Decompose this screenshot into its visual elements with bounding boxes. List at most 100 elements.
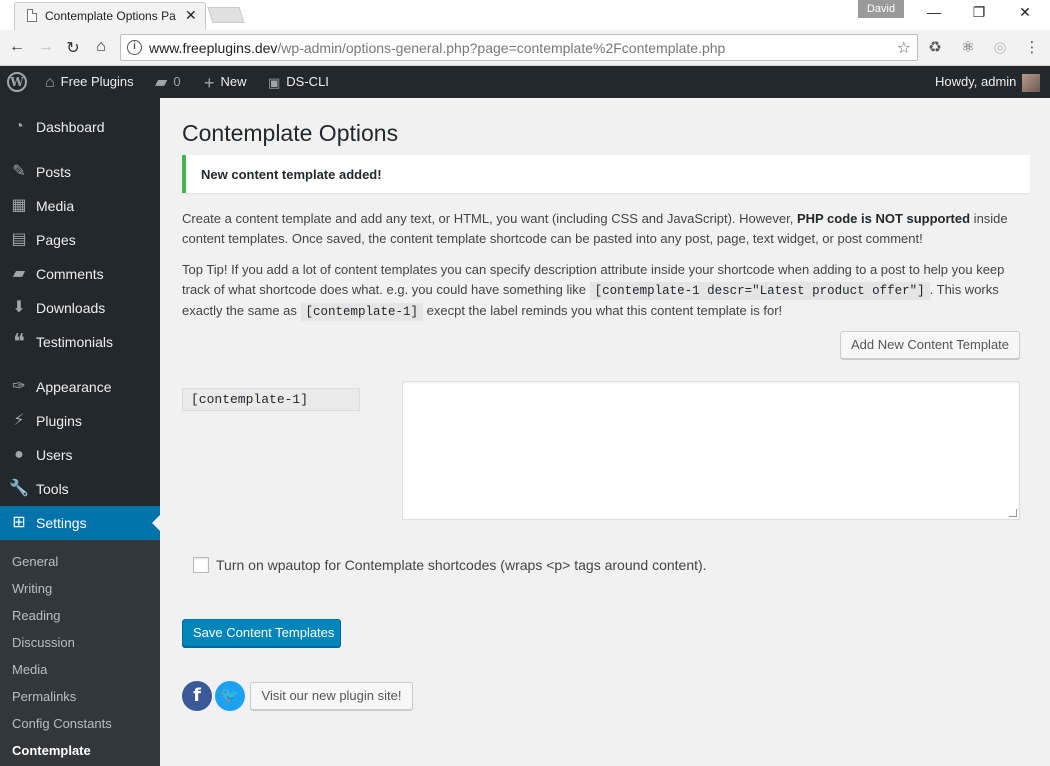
dashboard-icon: ◔ bbox=[14, 118, 24, 135]
notice-text: New content template added! bbox=[201, 167, 382, 182]
menu-item-users[interactable]: ● Users bbox=[0, 438, 160, 472]
menu-item-pages[interactable]: ▤ Pages bbox=[0, 223, 160, 257]
ds-cli-label: DS-CLI bbox=[286, 74, 329, 89]
howdy-label: Howdy, admin bbox=[935, 74, 1017, 89]
wpautop-checkbox[interactable] bbox=[193, 557, 209, 573]
my-account-link[interactable]: Howdy, admin bbox=[935, 66, 1041, 98]
site-name-label: Free Plugins bbox=[60, 74, 134, 89]
twitter-icon[interactable]: 🐦 bbox=[215, 681, 245, 711]
wrench-icon: 🔧 bbox=[9, 480, 29, 497]
menu-item-plugins[interactable]: ⚡ Plugins bbox=[0, 404, 160, 438]
pages-icon: ▤ bbox=[11, 231, 27, 248]
url-host: www.freeplugins.dev bbox=[149, 40, 278, 56]
success-notice: New content template added! bbox=[182, 155, 1030, 193]
menu-label: Comments bbox=[36, 266, 104, 282]
quote-icon: ❝ bbox=[13, 329, 25, 354]
bookmark-star-icon[interactable]: ☆ bbox=[897, 38, 911, 58]
menu-label: Appearance bbox=[36, 379, 112, 395]
new-tab-button[interactable] bbox=[207, 7, 245, 23]
menu-label: Dashboard bbox=[36, 119, 105, 135]
url-text[interactable]: www.freeplugins.dev/wp-admin/options-gen… bbox=[149, 40, 725, 56]
browser-tab[interactable]: Contemplate Options Pa ✕ bbox=[14, 2, 206, 30]
tip-code-shortcode: [contemplate-1] bbox=[300, 303, 424, 321]
wp-admin-bar: W ⌂ Free Plugins ▰ 0 + New ▣ DS-CLI Howdy, a… bbox=[0, 66, 1050, 98]
menu-label: Pages bbox=[36, 232, 76, 248]
tip-text-end: execpt the label reminds you what this c… bbox=[423, 303, 783, 318]
home-icon[interactable]: ⌂ bbox=[90, 38, 112, 56]
avatar bbox=[1022, 73, 1041, 92]
plus-icon: + bbox=[204, 72, 215, 93]
comment-icon: ▰ bbox=[155, 73, 168, 91]
submenu-reading[interactable]: Reading bbox=[12, 608, 60, 623]
submenu-discussion[interactable]: Discussion bbox=[12, 635, 75, 650]
browser-tabbar: Contemplate Options Pa ✕ David — ❐ ✕ bbox=[0, 0, 1050, 30]
comments-link[interactable]: ▰ 0 bbox=[155, 66, 181, 98]
menu-item-downloads[interactable]: ⬇ Downloads bbox=[0, 291, 160, 325]
submenu-media[interactable]: Media bbox=[12, 662, 47, 677]
download-icon: ⬇ bbox=[12, 299, 26, 316]
menu-item-media[interactable]: ▦ Media bbox=[0, 189, 160, 223]
browser-menu-icon[interactable]: ⋮ bbox=[1022, 38, 1042, 56]
tab-title: Contemplate Options Pa bbox=[45, 9, 176, 23]
shortcode-field[interactable]: [contemplate-1] bbox=[182, 388, 360, 411]
minimize-icon[interactable]: — bbox=[924, 4, 944, 20]
close-window-icon[interactable]: ✕ bbox=[1015, 4, 1035, 21]
reload-icon[interactable]: ↻ bbox=[62, 38, 84, 58]
user-icon: ● bbox=[14, 446, 24, 463]
submenu-permalinks[interactable]: Permalinks bbox=[12, 689, 76, 704]
submenu-config-constants[interactable]: Config Constants bbox=[12, 716, 112, 731]
profile-badge[interactable]: David bbox=[858, 0, 904, 18]
menu-label: Downloads bbox=[36, 300, 106, 316]
tip-paragraph: Top Tip! If you add a lot of content tem… bbox=[182, 260, 1030, 323]
menu-item-testimonials[interactable]: ❝ Testimonials bbox=[0, 325, 160, 359]
new-label: New bbox=[220, 74, 247, 89]
menu-label: Plugins bbox=[36, 413, 82, 429]
settings-submenu: General Writing Reading Discussion Media… bbox=[0, 540, 160, 766]
forward-icon[interactable]: → bbox=[35, 38, 57, 56]
page-title: Contemplate Options bbox=[182, 120, 399, 146]
submenu-contemplate[interactable]: Contemplate bbox=[12, 743, 91, 758]
intro-text: Create a content template and add any te… bbox=[182, 211, 797, 226]
plug-icon: ⚡ bbox=[13, 412, 25, 429]
submenu-general[interactable]: General bbox=[12, 554, 58, 569]
menu-item-posts[interactable]: ✎ Posts bbox=[0, 155, 160, 189]
url-path: /wp-admin/options-general.php?page=conte… bbox=[277, 40, 726, 56]
admin-menu: ◔ Dashboard ✎ Posts ▦ Media ▤ Pages ▰ Comment… bbox=[0, 98, 160, 766]
resize-grip-icon[interactable] bbox=[1009, 509, 1017, 517]
menu-label: Users bbox=[36, 447, 73, 463]
menu-item-appearance[interactable]: ✑ Appearance bbox=[0, 370, 160, 404]
comments-count: 0 bbox=[173, 74, 181, 89]
back-icon[interactable]: ← bbox=[6, 38, 28, 56]
browser-toolbar: ← → ↻ ⌂ i www.freeplugins.dev/wp-admin/o… bbox=[0, 30, 1050, 66]
visit-plugin-site-button[interactable]: Visit our new plugin site! bbox=[250, 682, 413, 710]
react-extension-icon[interactable]: ⚛ bbox=[958, 38, 978, 56]
save-templates-button[interactable]: Save Content Templates bbox=[182, 619, 341, 647]
menu-item-tools[interactable]: 🔧 Tools bbox=[0, 472, 160, 506]
settings-icon: ⊞ bbox=[12, 514, 26, 531]
menu-item-settings[interactable]: ⊞ Settings bbox=[0, 506, 160, 540]
menu-label: Settings bbox=[36, 515, 87, 531]
intro-paragraph: Create a content template and add any te… bbox=[182, 209, 1030, 248]
restore-icon[interactable]: ❐ bbox=[969, 4, 989, 21]
facebook-icon[interactable]: f bbox=[182, 681, 212, 711]
wordpress-logo-icon[interactable]: W bbox=[7, 72, 27, 92]
recycle-extension-icon[interactable]: ♻ bbox=[925, 38, 945, 56]
info-icon[interactable]: i bbox=[127, 40, 142, 55]
document-icon bbox=[27, 9, 37, 22]
close-tab-icon[interactable]: ✕ bbox=[185, 7, 197, 24]
new-content-link[interactable]: + New bbox=[204, 66, 247, 98]
address-bar[interactable]: i www.freeplugins.dev/wp-admin/options-g… bbox=[120, 34, 918, 61]
comment-icon: ▰ bbox=[12, 265, 26, 282]
template-content-textarea[interactable] bbox=[402, 381, 1020, 520]
menu-item-comments[interactable]: ▰ Comments bbox=[0, 257, 160, 291]
ds-cli-link[interactable]: ▣ DS-CLI bbox=[268, 66, 329, 98]
extension-icon[interactable]: ◎ bbox=[990, 38, 1010, 56]
brush-icon: ✑ bbox=[12, 378, 26, 395]
wpautop-label[interactable]: Turn on wpautop for Contemplate shortcod… bbox=[216, 557, 707, 573]
add-new-template-button[interactable]: Add New Content Template bbox=[840, 331, 1020, 359]
pin-icon: ✎ bbox=[12, 163, 26, 180]
home-icon: ⌂ bbox=[45, 73, 55, 91]
submenu-writing[interactable]: Writing bbox=[12, 581, 52, 596]
menu-item-dashboard[interactable]: ◔ Dashboard bbox=[0, 110, 160, 144]
site-name-link[interactable]: ⌂ Free Plugins bbox=[45, 66, 134, 98]
